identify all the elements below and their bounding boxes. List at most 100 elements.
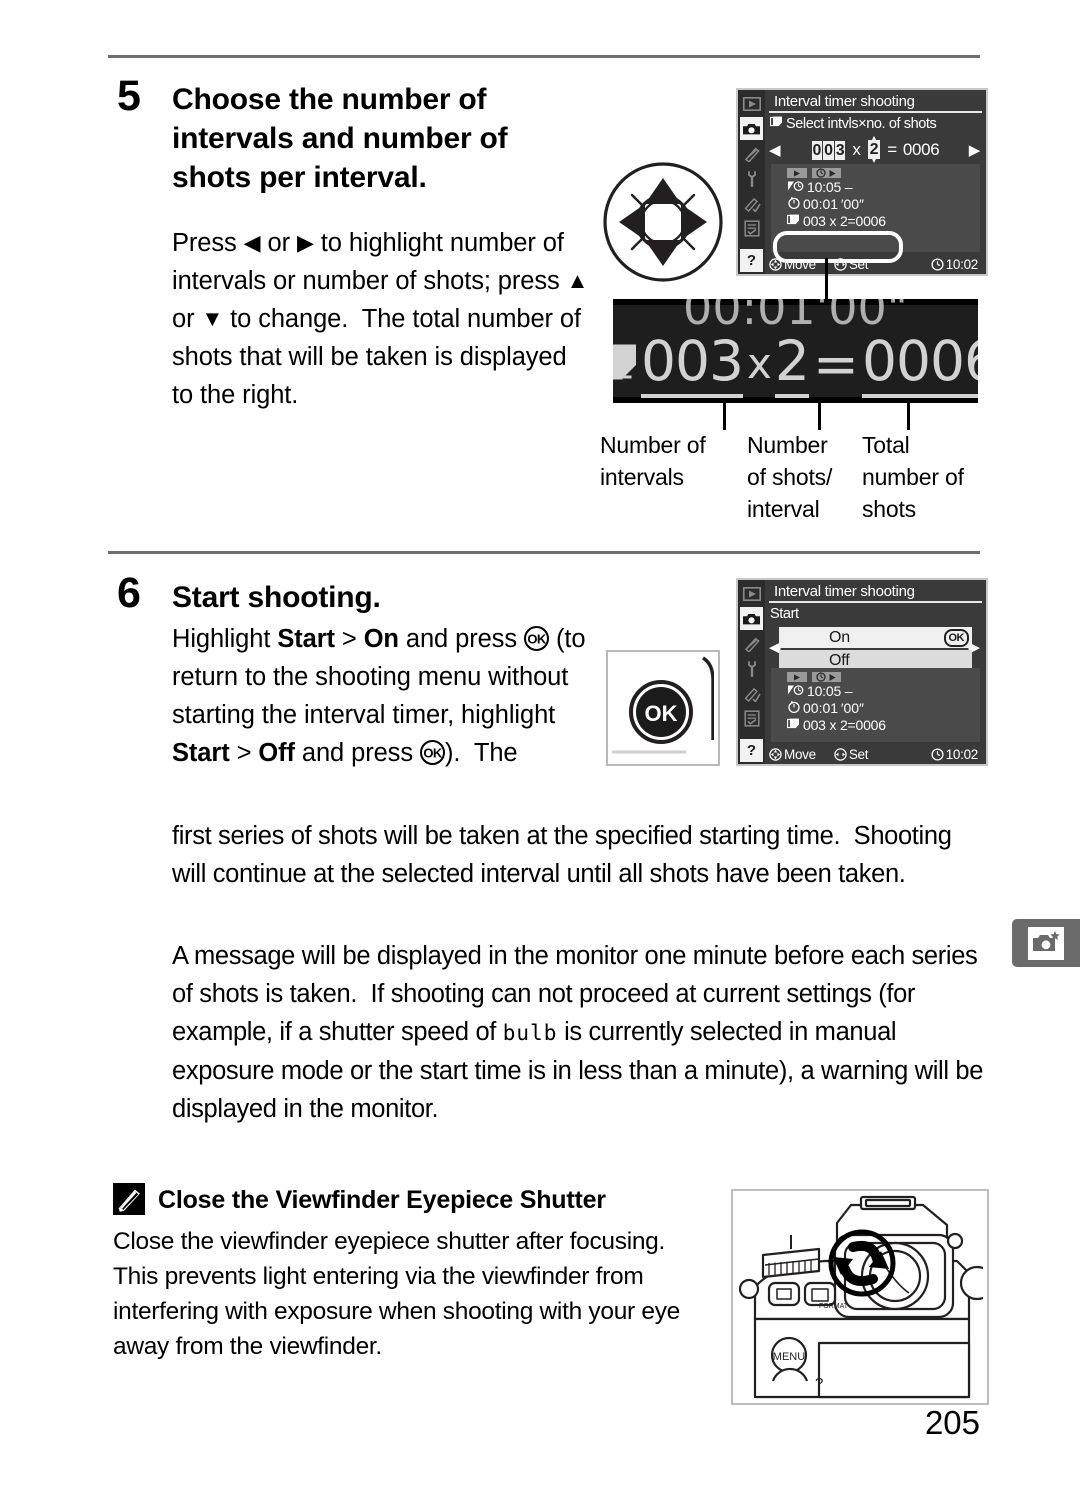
playback-icon[interactable] [740, 582, 763, 605]
summary-interval: 00:01 ′00″ [803, 196, 864, 212]
lcd-title: Interval timer shooting [769, 581, 982, 603]
timer-badge [812, 168, 841, 178]
setup-menu-icon[interactable] [740, 167, 763, 190]
page-number: 205 [924, 1404, 980, 1441]
lcd-sidebar: ? [738, 90, 765, 274]
footer-clock: 10:02 [931, 257, 978, 272]
frames-icon [786, 717, 801, 733]
lcd-sidebar: ? [738, 580, 765, 764]
multi-selector-icon [601, 160, 725, 284]
option-on-label: On [829, 628, 850, 646]
lcd-content: Interval timer shooting Select intvls×no… [765, 90, 986, 274]
start-options-group: ◀ ▶ On OK Off [765, 627, 986, 671]
leader-line-1 [825, 258, 828, 303]
start-time-icon [787, 179, 805, 195]
step-5-body: Press ◀ or ▶ to highlight number of inte… [172, 229, 589, 409]
callout-shots: Number of shots/ interval [747, 432, 833, 522]
shots-value[interactable]: ▴ 2 ▾ [867, 133, 881, 165]
start-time-icon [787, 683, 805, 699]
lcd-screen-interval-select: ? Interval timer shooting Select intvls×… [736, 88, 988, 276]
enlarged-equals: = [812, 331, 859, 396]
retouch-icon[interactable] [740, 192, 763, 215]
leader-line-shots [818, 400, 821, 430]
svg-text:?: ? [815, 1375, 823, 1392]
step-6-body: Highlight Start > On and press OK (to re… [172, 625, 586, 767]
enlarged-shots: 2 [774, 329, 810, 398]
summary-start-time: 10:05 – [807, 179, 853, 195]
option-on[interactable]: On OK [779, 627, 972, 648]
recent-settings-icon[interactable] [740, 707, 763, 730]
option-off-label: Off [829, 651, 850, 669]
lcd-title: Interval timer shooting [769, 91, 982, 113]
frames-icon [613, 332, 637, 396]
enlarged-intervals: 003 [641, 329, 744, 398]
section-divider-top [108, 55, 980, 58]
enlarged-total: 0006 [861, 329, 978, 398]
summary-start-time-row: 10:05 – [771, 683, 980, 699]
summary-interval: 00:01 ′00″ [803, 700, 864, 716]
shooting-menu-icon[interactable] [740, 117, 763, 140]
svg-text:FORMAT: FORMAT [819, 1303, 849, 1310]
recent-settings-icon[interactable] [740, 217, 763, 240]
lcd-summary-panel: 10:05 – 00:01 ′00″ 003 x 2=0006 [771, 668, 980, 742]
callout-total: Total number of shots [862, 432, 964, 522]
shooting-menu-icon[interactable] [740, 607, 763, 630]
frames-icon [769, 116, 784, 132]
help-icon[interactable]: ? [740, 739, 763, 762]
summary-start-time-row: 10:05 – [771, 179, 980, 195]
frames-icon [786, 213, 801, 229]
timer-badge [812, 672, 841, 682]
leader-line-intervals [723, 400, 726, 430]
help-icon[interactable]: ? [740, 249, 763, 272]
step-6-number: 6 [117, 569, 141, 617]
ok-badge: OK [943, 628, 969, 647]
step-6-title: Start shooting. [172, 581, 381, 614]
intervals-value[interactable]: 003 [811, 140, 847, 160]
custom-settings-icon[interactable] [740, 142, 763, 165]
lcd-footer: Move Set 10:02 [765, 254, 986, 274]
callout-intervals: Number of intervals [600, 432, 706, 490]
svg-text:MENU: MENU [773, 1351, 805, 1363]
camera-star-icon [1028, 926, 1064, 960]
setup-menu-icon[interactable] [740, 657, 763, 680]
summary-interval-row: 00:01 ′00″ [771, 196, 980, 212]
interval-icon [787, 700, 801, 716]
note-title: Close the Viewfinder Eyepiece Shutter [158, 1186, 606, 1214]
svg-text:OK: OK [645, 701, 678, 726]
lcd-subtitle: Select intvls×no. of shots [786, 116, 937, 132]
playback-badge [787, 168, 807, 178]
custom-settings-icon[interactable] [740, 632, 763, 655]
lcd-screen-start: ? Interval timer shooting Start ◀ ▶ On O… [736, 578, 988, 766]
footer-set: Set [834, 747, 868, 762]
summary-shots: 003 x 2=0006 [803, 213, 886, 229]
lcd-content: Interval timer shooting Start ◀ ▶ On OK … [765, 580, 986, 764]
step-5-title: Choose the number of intervals and numbe… [172, 83, 508, 194]
lcd-subtitle: Start [770, 606, 799, 622]
retouch-icon[interactable] [740, 682, 763, 705]
step-5-number: 5 [117, 72, 141, 120]
lcd-footer: Move Set 10:02 [765, 744, 986, 764]
playback-icon[interactable] [740, 92, 763, 115]
summary-shots: 003 x 2=0006 [803, 717, 886, 733]
summary-interval-row: 00:01 ′00″ [771, 700, 980, 716]
summary-start-time: 10:05 – [807, 683, 853, 699]
note-body: Close the viewfinder eyepiece shutter af… [113, 1228, 680, 1360]
multiply-sign: x [852, 139, 861, 159]
enlarged-values-row: [ 003 x 2 = 0006 ] [613, 329, 978, 398]
interval-shot-value-row: ◀ 003 x ▴ 2 ▾ = 0006 ▶ [765, 133, 986, 165]
leader-line-total [907, 400, 910, 430]
section-divider-middle [108, 551, 980, 554]
summary-shots-row: 003 x 2=0006 [771, 213, 980, 229]
mode-badges [771, 168, 980, 178]
right-arrow-icon[interactable]: ▶ [969, 141, 981, 159]
playback-badge [787, 672, 807, 682]
lcd-subtitle-row: Select intvls×no. of shots [765, 113, 986, 132]
manual-page: 5 Choose the number of intervals and num… [0, 0, 1080, 1486]
equals-sign: = [887, 139, 897, 159]
enlarged-display-strip: 00:01'00" [ 003 x 2 = 0006 ] [613, 299, 978, 403]
mode-badges [771, 672, 980, 682]
paragraph-first-series: first series of shots will be taken at t… [172, 822, 952, 888]
footer-set: Set [834, 257, 868, 272]
left-arrow-icon[interactable]: ◀ [769, 141, 781, 159]
interval-icon [787, 196, 801, 212]
